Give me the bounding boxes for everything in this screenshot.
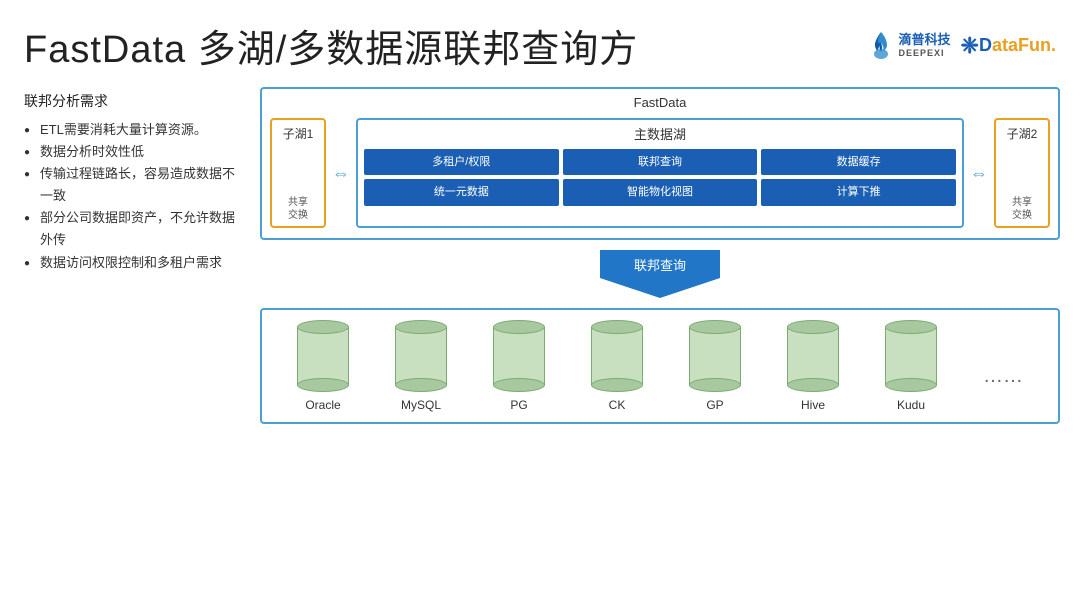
datasource-kudu: Kudu xyxy=(885,320,937,412)
deepexi-text: 滴普科技 DEEPEXI xyxy=(899,32,951,58)
features-grid: 多租户/权限 联邦查询 数据缓存 统一元数据 智能物化视图 计算下推 xyxy=(364,149,956,206)
right-exchange-arrow: ⇔ xyxy=(970,164,988,182)
list-item: 数据访问权限控制和多租户需求 xyxy=(24,252,244,274)
bullet-list: ETL需要消耗大量计算资源。 数据分析时效性低 传输过程链路长，容易造成数据不一… xyxy=(24,119,244,274)
more-label: …… xyxy=(983,345,1023,388)
pg-cylinder-icon xyxy=(493,320,545,392)
datasource-pg: PG xyxy=(493,320,545,412)
kudu-label: Kudu xyxy=(897,398,925,412)
datasource-oracle: Oracle xyxy=(297,320,349,412)
pg-label: PG xyxy=(510,398,527,412)
gp-cylinder-icon xyxy=(689,320,741,392)
list-item: 传输过程链路长，容易造成数据不一致 xyxy=(24,163,244,207)
list-item: 部分公司数据即资产，不允许数据外传 xyxy=(24,207,244,251)
header: FastData 多湖/多数据源联邦查询方 滴普科技 DEEPEXI ❈ Dat… xyxy=(0,0,1080,83)
ck-label: CK xyxy=(609,398,626,412)
mysql-cylinder-icon xyxy=(395,320,447,392)
lake-row: 子湖1 共享交换 ⇔ 主数据湖 多租户/权限 联邦查询 数据缓存 统一元数据 智… xyxy=(270,118,1050,228)
double-arrow-left-icon: ⇔ xyxy=(332,164,350,182)
sub-lake-1-title: 子湖1 xyxy=(283,126,314,143)
main-lake: 主数据湖 多租户/权限 联邦查询 数据缓存 统一元数据 智能物化视图 计算下推 xyxy=(356,118,964,228)
datasource-mysql: MySQL xyxy=(395,320,447,412)
feature-cell-5: 计算下推 xyxy=(761,179,956,205)
arrow-tip-icon xyxy=(600,278,720,298)
page-title: FastData 多湖/多数据源联邦查询方 xyxy=(24,18,638,73)
ck-cylinder-icon xyxy=(591,320,643,392)
sub-lake-2: 子湖2 共享交换 xyxy=(994,118,1050,228)
oracle-cylinder-icon xyxy=(297,320,349,392)
kudu-cylinder-icon xyxy=(885,320,937,392)
mysql-label: MySQL xyxy=(401,398,441,412)
federation-arrow-wrapper: 联邦查询 xyxy=(260,250,1060,298)
left-exchange-arrow: ⇔ xyxy=(332,164,350,182)
deepexi-logo: 滴普科技 DEEPEXI xyxy=(867,30,951,62)
main-lake-title: 主数据湖 xyxy=(364,124,956,143)
fastdata-box: FastData 子湖1 共享交换 ⇔ 主数据湖 多租户/权限 联邦查询 xyxy=(260,87,1060,240)
oracle-label: Oracle xyxy=(305,398,340,412)
hive-cylinder-icon xyxy=(787,320,839,392)
datasource-hive: Hive xyxy=(787,320,839,412)
hive-label: Hive xyxy=(801,398,825,412)
datasource-more: …… xyxy=(983,345,1023,388)
federation-arrow: 联邦查询 xyxy=(600,250,720,298)
logos-container: 滴普科技 DEEPEXI ❈ DataFun. xyxy=(867,30,1056,62)
double-arrow-right-icon: ⇔ xyxy=(970,164,988,182)
fastdata-label: FastData xyxy=(270,95,1050,110)
federation-label: 联邦查询 xyxy=(600,250,720,278)
right-diagram: FastData 子湖1 共享交换 ⇔ 主数据湖 多租户/权限 联邦查询 xyxy=(260,83,1060,600)
sub-lake-1-share: 共享交换 xyxy=(288,196,308,222)
datasources-row: Oracle MySQL xyxy=(274,320,1046,412)
sub-lake-1: 子湖1 共享交换 xyxy=(270,118,326,228)
datasource-ck: CK xyxy=(591,320,643,412)
feature-cell-3: 统一元数据 xyxy=(364,179,559,205)
datafun-logo: ❈ DataFun. xyxy=(961,33,1056,59)
list-item: 数据分析时效性低 xyxy=(24,141,244,163)
feature-cell-1: 联邦查询 xyxy=(563,149,758,175)
feature-cell-2: 数据缓存 xyxy=(761,149,956,175)
datasources-box: Oracle MySQL xyxy=(260,308,1060,424)
feature-cell-4: 智能物化视图 xyxy=(563,179,758,205)
list-item: ETL需要消耗大量计算资源。 xyxy=(24,119,244,141)
feature-cell-0: 多租户/权限 xyxy=(364,149,559,175)
main-content: 联邦分析需求 ETL需要消耗大量计算资源。 数据分析时效性低 传输过程链路长，容… xyxy=(0,83,1080,610)
sub-lake-2-title: 子湖2 xyxy=(1007,126,1038,143)
section-title: 联邦分析需求 xyxy=(24,91,244,111)
deepexi-flame-icon xyxy=(867,30,895,62)
sub-lake-2-share: 共享交换 xyxy=(1012,196,1032,222)
gp-label: GP xyxy=(706,398,723,412)
left-panel: 联邦分析需求 ETL需要消耗大量计算资源。 数据分析时效性低 传输过程链路长，容… xyxy=(24,83,244,600)
datasource-gp: GP xyxy=(689,320,741,412)
